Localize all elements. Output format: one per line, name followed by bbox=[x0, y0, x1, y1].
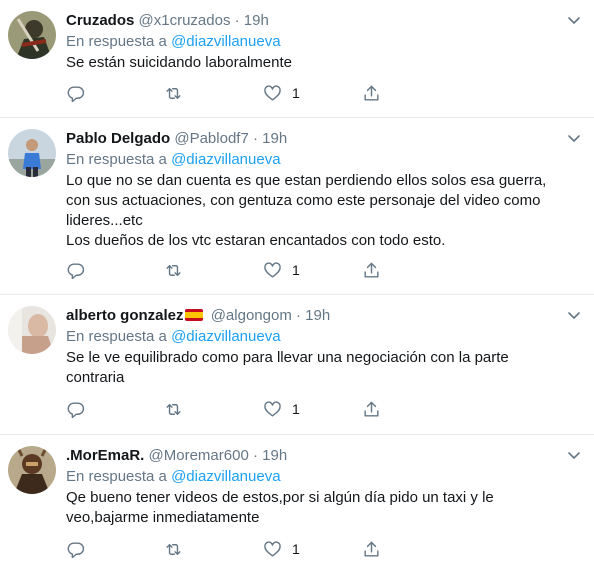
like-count: 1 bbox=[292, 401, 300, 417]
tweet-header: Cruzados @x1cruzados · 19h bbox=[66, 11, 269, 31]
reply-icon bbox=[67, 262, 85, 279]
heart-icon bbox=[264, 540, 281, 557]
reply-prefix: En respuesta a bbox=[66, 468, 167, 485]
tweet-header: .MorEmaR. @Moremar600 · 19h bbox=[66, 446, 287, 466]
tweet-text: Qe bueno tener videos de estos,por si al… bbox=[66, 489, 494, 526]
share-icon bbox=[364, 262, 379, 278]
user-handle[interactable]: @Moremar600 bbox=[149, 447, 249, 464]
retweet-button[interactable] bbox=[164, 259, 183, 281]
separator-dot: · bbox=[252, 130, 258, 147]
tweet[interactable]: Cruzados @x1cruzados · 19h En respuesta … bbox=[0, 0, 594, 118]
avatar[interactable] bbox=[8, 306, 56, 354]
reply-button[interactable] bbox=[66, 538, 85, 560]
tweet-header: Pablo Delgado @Pablodf7 · 19h bbox=[66, 129, 287, 149]
avatar[interactable] bbox=[8, 129, 56, 177]
reply-context: En respuesta a @diazvillanueva bbox=[66, 150, 281, 170]
display-name[interactable]: .MorEmaR. bbox=[66, 447, 144, 464]
user-handle[interactable]: @Pablodf7 bbox=[174, 130, 248, 147]
timestamp[interactable]: 19h bbox=[262, 447, 287, 464]
share-icon bbox=[364, 401, 379, 417]
reply-icon bbox=[67, 541, 85, 558]
tweet-text: Lo que no se dan cuenta es que estan per… bbox=[66, 172, 547, 249]
separator-dot: · bbox=[252, 447, 258, 464]
reply-button[interactable] bbox=[66, 398, 85, 420]
person-avatar bbox=[8, 129, 56, 177]
like-count: 1 bbox=[292, 85, 300, 101]
heart-icon bbox=[264, 261, 281, 278]
tweet-actions: 1 bbox=[66, 538, 386, 560]
reply-icon bbox=[67, 401, 85, 418]
spain-flag-icon bbox=[184, 309, 203, 321]
reply-button[interactable] bbox=[66, 82, 85, 104]
avatar[interactable] bbox=[8, 446, 56, 494]
reply-context: En respuesta a @diazvillanueva bbox=[66, 327, 281, 347]
tweet-actions: 1 bbox=[66, 259, 386, 281]
user-handle[interactable]: @x1cruzados bbox=[139, 12, 231, 29]
retweet-icon bbox=[166, 264, 181, 276]
heart-icon bbox=[264, 400, 281, 417]
display-name[interactable]: Cruzados bbox=[66, 12, 134, 29]
tweet-text: Se le ve equilibrado como para llevar un… bbox=[66, 349, 509, 386]
like-button[interactable]: 1 bbox=[263, 538, 300, 560]
share-button[interactable] bbox=[362, 398, 381, 420]
reply-prefix: En respuesta a bbox=[66, 328, 167, 345]
share-button[interactable] bbox=[362, 538, 381, 560]
reply-context: En respuesta a @diazvillanueva bbox=[66, 32, 281, 52]
display-name[interactable]: Pablo Delgado bbox=[66, 130, 170, 147]
reply-mention-link[interactable]: @diazvillanueva bbox=[171, 468, 280, 485]
tweet-actions: 1 bbox=[66, 398, 386, 420]
warrior-avatar bbox=[8, 11, 56, 59]
reply-mention-link[interactable]: @diazvillanueva bbox=[171, 328, 280, 345]
retweet-button[interactable] bbox=[164, 82, 183, 104]
tweet[interactable]: .MorEmaR. @Moremar600 · 19h En respuesta… bbox=[0, 435, 594, 570]
separator-dot: · bbox=[295, 307, 301, 324]
retweet-button[interactable] bbox=[164, 538, 183, 560]
retweet-icon bbox=[166, 403, 181, 415]
display-name[interactable]: alberto gonzalez bbox=[66, 307, 184, 324]
like-count: 1 bbox=[292, 262, 300, 278]
retweet-icon bbox=[166, 87, 181, 99]
reply-button[interactable] bbox=[66, 259, 85, 281]
share-icon bbox=[364, 85, 379, 101]
tweet-text: Se están suicidando laboralmente bbox=[66, 54, 292, 71]
user-handle[interactable]: @algongom bbox=[211, 307, 292, 324]
timestamp[interactable]: 19h bbox=[262, 130, 287, 147]
reply-context: En respuesta a @diazvillanueva bbox=[66, 467, 281, 487]
chevron-down-icon[interactable] bbox=[566, 130, 582, 146]
reply-mention-link[interactable]: @diazvillanueva bbox=[171, 33, 280, 50]
chevron-down-icon[interactable] bbox=[566, 307, 582, 323]
tweet-feed: Cruzados @x1cruzados · 19h En respuesta … bbox=[0, 0, 594, 570]
timestamp[interactable]: 19h bbox=[244, 12, 269, 29]
like-button[interactable]: 1 bbox=[263, 398, 300, 420]
timestamp[interactable]: 19h bbox=[305, 307, 330, 324]
tweet[interactable]: Pablo Delgado @Pablodf7 · 19h En respues… bbox=[0, 118, 594, 295]
share-button[interactable] bbox=[362, 82, 381, 104]
like-button[interactable]: 1 bbox=[263, 82, 300, 104]
reply-prefix: En respuesta a bbox=[66, 151, 167, 168]
like-button[interactable]: 1 bbox=[263, 259, 300, 281]
reply-icon bbox=[67, 85, 85, 102]
retweet-button[interactable] bbox=[164, 398, 183, 420]
heart-icon bbox=[264, 84, 281, 101]
tweet[interactable]: alberto gonzalez @algongom · 19h En resp… bbox=[0, 295, 594, 435]
retweet-icon bbox=[166, 543, 181, 555]
photo-avatar bbox=[8, 306, 56, 354]
share-button[interactable] bbox=[362, 259, 381, 281]
reply-prefix: En respuesta a bbox=[66, 33, 167, 50]
chevron-down-icon[interactable] bbox=[566, 447, 582, 463]
chevron-down-icon[interactable] bbox=[566, 12, 582, 28]
share-icon bbox=[364, 541, 379, 557]
like-count: 1 bbox=[292, 541, 300, 557]
avatar[interactable] bbox=[8, 11, 56, 59]
tweet-header: alberto gonzalez @algongom · 19h bbox=[66, 306, 330, 326]
reply-mention-link[interactable]: @diazvillanueva bbox=[171, 151, 280, 168]
warrior-avatar bbox=[8, 446, 56, 494]
separator-dot: · bbox=[234, 12, 240, 29]
tweet-actions: 1 bbox=[66, 82, 386, 104]
